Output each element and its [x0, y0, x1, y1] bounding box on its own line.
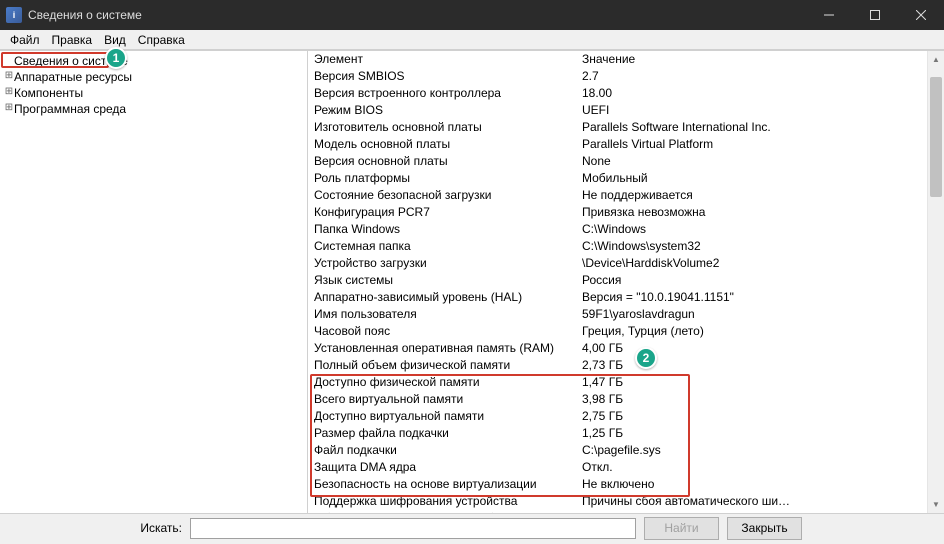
- cell-name: Системная папка: [314, 238, 582, 255]
- vertical-scrollbar[interactable]: ▲ ▼: [927, 51, 944, 513]
- cell-value: \Device\HarddiskVolume2: [582, 255, 927, 272]
- search-panel: Искать: Найти Закрыть Поиск только в выд…: [0, 513, 944, 544]
- expand-icon[interactable]: ⊞: [4, 85, 14, 101]
- detail-pane: Элемент Значение Версия SMBIOS2.7Версия …: [308, 51, 944, 513]
- tree-item-components[interactable]: ⊞Компоненты: [0, 85, 307, 101]
- table-row[interactable]: Установленная оперативная память (RAM)4,…: [314, 340, 927, 357]
- menu-file[interactable]: Файл: [4, 31, 46, 49]
- header-row: Элемент Значение: [314, 51, 927, 68]
- cell-name: Язык системы: [314, 272, 582, 289]
- app-icon: i: [6, 7, 22, 23]
- cell-value: C:\Windows\system32: [582, 238, 927, 255]
- cell-value: C:\Windows: [582, 221, 927, 238]
- cell-value: Мобильный: [582, 170, 927, 187]
- cell-name: Конфигурация PCR7: [314, 204, 582, 221]
- scroll-down-icon[interactable]: ▼: [928, 496, 944, 513]
- annotation-badge-1: 1: [105, 47, 127, 69]
- table-row[interactable]: Системная папкаC:\Windows\system32: [314, 238, 927, 255]
- tree-item-hardware[interactable]: ⊞Аппаратные ресурсы: [0, 69, 307, 85]
- expand-icon[interactable]: ⊞: [4, 69, 14, 85]
- col-header-name[interactable]: Элемент: [314, 51, 582, 68]
- cell-value: 4,00 ГБ: [582, 340, 927, 357]
- cell-value: Не поддерживается: [582, 187, 927, 204]
- cell-value: Привязка невозможна: [582, 204, 927, 221]
- cell-value: Россия: [582, 272, 927, 289]
- annotation-highlight-1: [1, 52, 109, 68]
- nav-tree: Сведения о системе ⊞Аппаратные ресурсы ⊞…: [0, 51, 308, 513]
- menu-view[interactable]: Вид: [98, 31, 132, 49]
- tree-item-software[interactable]: ⊞Программная среда: [0, 101, 307, 117]
- search-label: Искать:: [0, 521, 190, 535]
- table-row[interactable]: Часовой поясГреция, Турция (лето): [314, 323, 927, 340]
- titlebar: i Сведения о системе: [0, 0, 944, 30]
- cell-name: Версия встроенного контроллера: [314, 85, 582, 102]
- menu-edit[interactable]: Правка: [46, 31, 99, 49]
- cell-name: Имя пользователя: [314, 306, 582, 323]
- cell-name: Состояние безопасной загрузки: [314, 187, 582, 204]
- scroll-thumb[interactable]: [930, 77, 942, 197]
- cell-value: Версия = "10.0.19041.1151": [582, 289, 927, 306]
- cell-name: Версия основной платы: [314, 153, 582, 170]
- cell-name: Модель основной платы: [314, 136, 582, 153]
- cell-name: Установленная оперативная память (RAM): [314, 340, 582, 357]
- table-row[interactable]: Устройство загрузки\Device\HarddiskVolum…: [314, 255, 927, 272]
- table-row[interactable]: Модель основной платыParallels Virtual P…: [314, 136, 927, 153]
- minimize-button[interactable]: [806, 0, 852, 30]
- col-header-value[interactable]: Значение: [582, 51, 927, 68]
- cell-value: 2.7: [582, 68, 927, 85]
- menubar: Файл Правка Вид Справка: [0, 30, 944, 50]
- cell-value: [582, 510, 927, 513]
- table-row[interactable]: Аппаратно-зависимый уровень (HAL)Версия …: [314, 289, 927, 306]
- window-title: Сведения о системе: [28, 8, 142, 22]
- cell-value: None: [582, 153, 927, 170]
- cell-name: Часовой пояс: [314, 323, 582, 340]
- annotation-highlight-2: [310, 374, 690, 497]
- cell-name: Устройство загрузки: [314, 255, 582, 272]
- table-row[interactable]: Версия встроенного контроллера18.00: [314, 85, 927, 102]
- cell-value: Parallels Virtual Platform: [582, 136, 927, 153]
- cell-name: Папка Windows: [314, 221, 582, 238]
- table-row[interactable]: Версия основной платыNone: [314, 153, 927, 170]
- table-row[interactable]: Язык системыРоссия: [314, 272, 927, 289]
- cell-value: 18.00: [582, 85, 927, 102]
- cell-value: UEFI: [582, 102, 927, 119]
- maximize-button[interactable]: [852, 0, 898, 30]
- table-row[interactable]: Состояние безопасной загрузкиНе поддержи…: [314, 187, 927, 204]
- expand-icon[interactable]: ⊞: [4, 101, 14, 117]
- cell-value: 2,73 ГБ: [582, 357, 927, 374]
- menu-help[interactable]: Справка: [132, 31, 191, 49]
- search-input[interactable]: [190, 518, 636, 539]
- close-button[interactable]: [898, 0, 944, 30]
- table-row[interactable]: Полный объем физической памяти2,73 ГБ: [314, 357, 927, 374]
- find-button[interactable]: Найти: [644, 517, 719, 540]
- cell-name: Аппаратно-зависимый уровень (HAL): [314, 289, 582, 306]
- table-row[interactable]: Версия SMBIOS2.7: [314, 68, 927, 85]
- cell-name: Роль платформы: [314, 170, 582, 187]
- cell-value: Parallels Software International Inc.: [582, 119, 927, 136]
- cell-name: Режим BIOS: [314, 102, 582, 119]
- scroll-up-icon[interactable]: ▲: [928, 51, 944, 68]
- table-row[interactable]: Обнаружена низкоуровневая оболочка. Функ…: [314, 510, 927, 513]
- table-row[interactable]: Роль платформыМобильный: [314, 170, 927, 187]
- cell-value: Греция, Турция (лето): [582, 323, 927, 340]
- cell-name: Изготовитель основной платы: [314, 119, 582, 136]
- cell-name: Полный объем физической памяти: [314, 357, 582, 374]
- tree-item-label: Компоненты: [14, 85, 83, 101]
- cell-value: 59F1\yaroslavdragun: [582, 306, 927, 323]
- table-row[interactable]: Изготовитель основной платыParallels Sof…: [314, 119, 927, 136]
- cell-name: Версия SMBIOS: [314, 68, 582, 85]
- cell-name: Обнаружена низкоуровневая оболочка. Функ…: [314, 510, 582, 513]
- table-row[interactable]: Режим BIOSUEFI: [314, 102, 927, 119]
- table-row[interactable]: Конфигурация PCR7Привязка невозможна: [314, 204, 927, 221]
- table-row[interactable]: Имя пользователя59F1\yaroslavdragun: [314, 306, 927, 323]
- tree-item-label: Программная среда: [14, 101, 126, 117]
- close-search-button[interactable]: Закрыть: [727, 517, 802, 540]
- tree-item-label: Аппаратные ресурсы: [14, 69, 132, 85]
- annotation-badge-2: 2: [635, 347, 657, 369]
- table-row[interactable]: Папка WindowsC:\Windows: [314, 221, 927, 238]
